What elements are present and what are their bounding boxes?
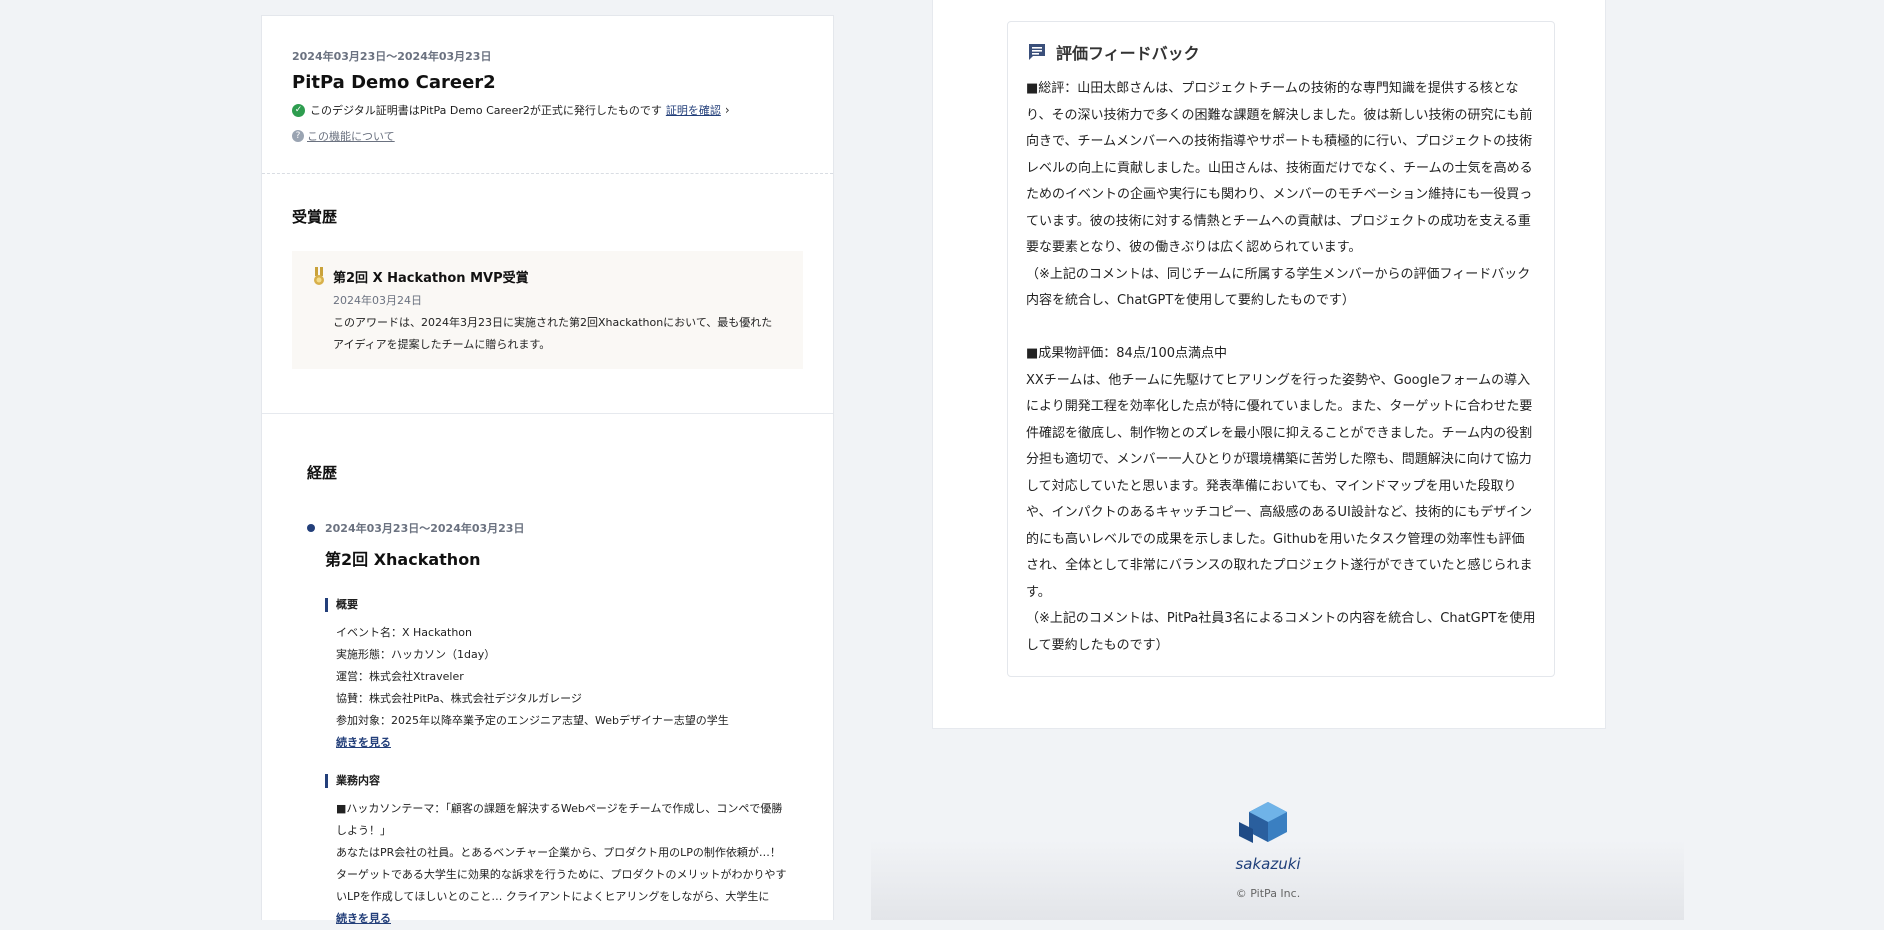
career-section: 経歴 2024年03月23日〜2024年03月23日 第2回 Xhackatho… (262, 414, 833, 930)
about-feature[interactable]: ? この機能について (292, 128, 803, 144)
verification-line: ✓ このデジタル証明書はPitPa Demo Career2が正式に発行したもの… (292, 102, 803, 118)
show-more-link[interactable]: 続きを見る (336, 732, 788, 754)
list-item: イベント名：X Hackathon (336, 626, 472, 639)
work-detail: あなたはPR会社の社員。とあるベンチャー企業から、プロダクト用のLPの制作依頼が… (336, 846, 787, 903)
certificate-header: 2024年03月23日〜2024年03月23日 PitPa Demo Caree… (262, 16, 833, 174)
certificate-date: 2024年03月23日〜2024年03月23日 (292, 50, 492, 63)
feedback-box: 評価フィードバック ■総評：山田太郎さんは、プロジェクトチームの技術的な専門知識… (1007, 21, 1555, 677)
certificate-panel: 2024年03月23日〜2024年03月23日 PitPa Demo Caree… (261, 15, 834, 925)
show-more-link-2[interactable]: 続きを見る (336, 908, 788, 930)
career-title: 第2回 Xhackathon (325, 550, 481, 569)
list-item: 協賛：株式会社PitPa、株式会社デジタルガレージ (336, 692, 582, 705)
chevron-right-icon[interactable]: › (725, 103, 730, 117)
career-date: 2024年03月23日〜2024年03月23日 (325, 522, 525, 535)
award-description: このアワードは、2024年3月23日に実施された第2回Xhackathonにおい… (333, 316, 773, 351)
award-card: 第2回 X Hackathon MVP受賞 2024年03月24日 このアワード… (292, 251, 803, 369)
certificate-title: PitPa Demo Career2 (292, 72, 496, 93)
feedback-header: 評価フィードバック (1026, 40, 1536, 64)
feedback-panel: 評価フィードバック ■総評：山田太郎さんは、プロジェクトチームの技術的な専門知識… (932, 0, 1606, 729)
list-item: 参加対象：2025年以降卒業予定のエンジニア志望、Webデザイナー志望の学生 (336, 714, 729, 727)
logo-text: sakazuki (1235, 855, 1301, 873)
overview-heading: 概要 (325, 598, 788, 612)
feedback-evaluation: XXチームは、他チームに先駆けてヒアリングを行った姿勢や、Googleフォームの… (1026, 372, 1533, 600)
award-date: 2024年03月24日 (333, 294, 422, 307)
feedback-note-2: （※上記のコメントは、PitPa社員3名によるコメントの内容を統合し、ChatG… (1026, 611, 1536, 653)
check-icon: ✓ (292, 103, 305, 117)
copyright: © PitPa Inc. (1235, 887, 1301, 900)
timeline-entry: 2024年03月23日〜2024年03月23日 (307, 520, 788, 536)
feedback-body: ■総評：山田太郎さんは、プロジェクトチームの技術的な専門知識を提供する核となり、… (1026, 76, 1536, 659)
medal-icon (314, 267, 324, 285)
work-heading: 業務内容 (325, 774, 788, 788)
list-item: 運営：株式会社Xtraveler (336, 670, 464, 683)
list-item: 実施形態：ハッカソン（1day） (336, 648, 496, 661)
work-description: ■ハッカソンテーマ：「顧客の課題を解決するWebページをチームで作成し、コンペで… (336, 798, 788, 930)
help-icon: ? (292, 130, 304, 142)
overview-list: イベント名：X Hackathon 実施形態：ハッカソン（1day） 運営：株式… (336, 622, 788, 754)
feedback-score: ■成果物評価：84点/100点満点中 (1026, 346, 1228, 361)
work-theme: ■ハッカソンテーマ：「顧客の課題を解決するWebページをチームで作成し、コンペで… (336, 802, 783, 837)
verification-text: このデジタル証明書はPitPa Demo Career2が正式に発行したものです (310, 104, 662, 117)
award-title: 第2回 X Hackathon MVP受賞 (333, 271, 529, 286)
comment-icon (1029, 44, 1045, 60)
awards-section: 受賞歴 第2回 X Hackathon MVP受賞 2024年03月24日 この… (262, 174, 833, 414)
timeline-dot (307, 524, 315, 532)
about-feature-link[interactable]: この機能について (307, 128, 395, 144)
feedback-note: （※上記のコメントは、同じチームに所属する学生メンバーからの評価フィードバック内… (1026, 266, 1531, 309)
feedback-title: 評価フィードバック (1056, 44, 1200, 63)
feedback-summary: ■総評：山田太郎さんは、プロジェクトチームの技術的な専門知識を提供する核となり、… (1026, 81, 1533, 255)
awards-heading: 受賞歴 (292, 208, 338, 226)
verify-link[interactable]: 証明を確認 (666, 102, 721, 118)
career-heading: 経歴 (307, 464, 338, 482)
sakazuki-logo[interactable]: sakazuki (1225, 798, 1311, 876)
